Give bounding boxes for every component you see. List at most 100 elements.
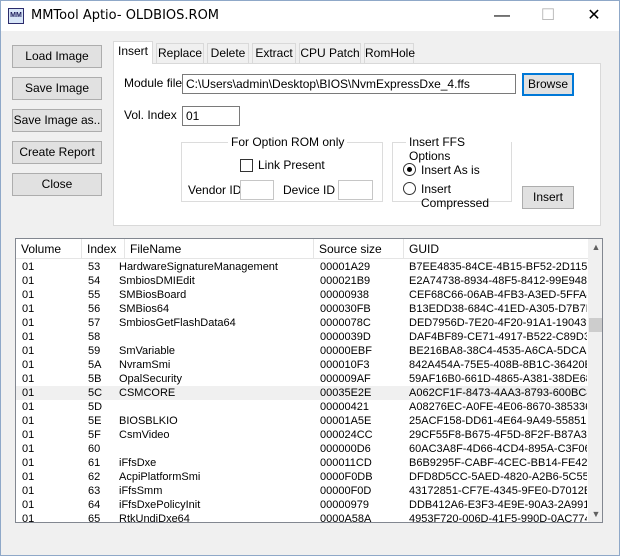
- cell-source-size: 00000F0D: [320, 485, 372, 497]
- cell-source-size: 0000078C: [320, 317, 371, 329]
- module-file-label: Module file: [124, 76, 183, 90]
- tab-extract[interactable]: Extract: [252, 43, 296, 63]
- device-id-field[interactable]: [338, 180, 373, 200]
- option-rom-group-title: For Option ROM only: [228, 135, 348, 149]
- tab-cpu-patch[interactable]: CPU Patch: [299, 43, 361, 63]
- cell-index: 5B: [88, 373, 102, 385]
- scroll-thumb[interactable]: [589, 318, 602, 332]
- cell-volume: 01: [22, 359, 35, 371]
- cell-filename: SmbiosGetFlashData64: [119, 317, 236, 329]
- link-present-checkbox[interactable]: [240, 159, 253, 172]
- table-row[interactable]: 01 61 iFfsDxe 000011CD B6B9295F-CABF-4CEC-BB…: [16, 456, 588, 470]
- cell-source-size: 0000A58A: [320, 513, 372, 523]
- cell-guid: DAF4BF89-CE71-4917-B522-C89D32: [409, 331, 587, 343]
- cell-guid: DED7956D-7E20-4F20-91A1-190439C: [409, 317, 587, 329]
- table-row[interactable]: 01 55 SMBiosBoard 00000938 CEF68C66-06AB-4FB…: [16, 288, 588, 302]
- scroll-down-icon[interactable]: ▼: [588, 506, 602, 522]
- table-row[interactable]: 01 5A NvramSmi 000010F3 842A454A-75E5-408B-8…: [16, 358, 588, 372]
- list-scrollbar[interactable]: ▲ ▼: [588, 239, 602, 522]
- insert-ffs-options-group: Insert FFS Options Insert As is Insert C…: [392, 135, 512, 210]
- insert-as-is-radio[interactable]: [403, 163, 416, 176]
- tab-romhole[interactable]: RomHole: [364, 43, 415, 63]
- close-button[interactable]: Close: [12, 173, 102, 196]
- cell-source-size: 0000039D: [320, 331, 371, 343]
- scroll-up-icon[interactable]: ▲: [588, 239, 602, 255]
- table-row[interactable]: 01 5C CSMCORE 00035E2E A062CF1F-8473-4AA3-87…: [16, 386, 588, 400]
- save-image-as-button[interactable]: Save Image as..: [12, 109, 102, 132]
- tab-insert[interactable]: Insert: [113, 41, 153, 64]
- module-file-field[interactable]: C:\Users\admin\Desktop\BIOS\NvmExpressDx…: [182, 74, 516, 94]
- table-row[interactable]: 01 53 HardwareSignatureManagement 00001A29 B…: [16, 260, 588, 274]
- title-bar[interactable]: MM MMTool Aptio- OLDBIOS.ROM — ☐ ✕: [1, 1, 619, 31]
- cell-index: 59: [88, 345, 101, 357]
- cell-guid: CEF68C66-06AB-4FB3-A3ED-5FFA885: [409, 289, 587, 301]
- cell-guid: 60AC3A8F-4D66-4CD4-895A-C3F06E: [409, 443, 587, 455]
- cell-filename: OpalSecurity: [119, 373, 182, 385]
- app-icon: MM: [8, 8, 24, 24]
- minimize-button[interactable]: —: [479, 1, 525, 31]
- vol-index-field[interactable]: 01: [182, 106, 240, 126]
- cell-guid: A062CF1F-8473-4AA3-8793-600BC4: [409, 387, 587, 399]
- table-row[interactable]: 01 65 RtkUndiDxe64 0000A58A 4953F720-006D-41…: [16, 512, 588, 523]
- cell-source-size: 00001A5E: [320, 415, 372, 427]
- table-row[interactable]: 01 58 0000039D DAF4BF89-CE71-4917-B522-C89D…: [16, 330, 588, 344]
- cell-volume: 01: [22, 387, 35, 399]
- insert-compressed-label: Insert Compressed: [421, 182, 490, 210]
- table-row[interactable]: 01 64 iFfsDxePolicyInit 00000979 DDB412A6-E3…: [16, 498, 588, 512]
- module-list[interactable]: Volume Index FileName Source size GUID 0…: [15, 238, 603, 523]
- cell-index: 5C: [88, 387, 103, 399]
- cell-source-size: 00000421: [320, 401, 369, 413]
- tab-delete[interactable]: Delete: [207, 43, 249, 63]
- cell-volume: 01: [22, 373, 35, 385]
- cell-filename: SMBiosBoard: [119, 289, 187, 301]
- table-row[interactable]: 01 62 AcpiPlatformSmi 0000F0DB DFD8D5CC-5AED…: [16, 470, 588, 484]
- cell-filename: SmVariable: [119, 345, 176, 357]
- cell-index: 56: [88, 303, 101, 315]
- insert-as-is-label: Insert As is: [421, 163, 480, 177]
- close-window-button[interactable]: ✕: [571, 1, 617, 31]
- cell-source-size: 000024CC: [320, 429, 373, 441]
- maximize-button[interactable]: ☐: [525, 1, 571, 31]
- table-row[interactable]: 01 54 SmbiosDMIEdit 000021B9 E2A74738-8934-4…: [16, 274, 588, 288]
- column-header-volume[interactable]: Volume: [16, 239, 82, 259]
- browse-button[interactable]: Browse: [522, 73, 574, 96]
- table-row[interactable]: 01 59 SmVariable 00000EBF BE216BA8-38C4-4535…: [16, 344, 588, 358]
- table-row[interactable]: 01 56 SMBios64 000030FB B13EDD38-684C-41ED-A…: [16, 302, 588, 316]
- cell-source-size: 0000F0DB: [320, 471, 373, 483]
- insert-button[interactable]: Insert: [522, 186, 574, 209]
- cell-guid: 4953F720-006D-41F5-990D-0AC7742: [409, 513, 587, 523]
- cell-index: 60: [88, 443, 101, 455]
- cell-filename: AcpiPlatformSmi: [119, 471, 201, 483]
- column-header-filename[interactable]: FileName: [125, 239, 314, 259]
- cell-filename: iFfsSmm: [119, 485, 163, 497]
- load-image-button[interactable]: Load Image: [12, 45, 102, 68]
- table-row[interactable]: 01 5F CsmVideo 000024CC 29CF55F8-B675-4F5D-8…: [16, 428, 588, 442]
- cell-filename: RtkUndiDxe64: [119, 513, 190, 523]
- cell-volume: 01: [22, 317, 35, 329]
- cell-index: 55: [88, 289, 101, 301]
- cell-index: 5E: [88, 415, 102, 427]
- column-header-source-size[interactable]: Source size: [314, 239, 404, 259]
- cell-guid: 43172851-CF7E-4345-9FE0-D7012BB: [409, 485, 587, 497]
- insert-compressed-radio[interactable]: [403, 182, 416, 195]
- cell-index: 5D: [88, 401, 103, 413]
- table-row[interactable]: 01 5D 00000421 A08276EC-A0FE-4E06-8670-3853…: [16, 400, 588, 414]
- save-image-button[interactable]: Save Image: [12, 77, 102, 100]
- tab-replace[interactable]: Replace: [156, 43, 204, 63]
- create-report-button[interactable]: Create Report: [12, 141, 102, 164]
- cell-volume: 01: [22, 345, 35, 357]
- cell-source-size: 000010F3: [320, 359, 370, 371]
- cell-index: 5F: [88, 429, 101, 441]
- vendor-id-field[interactable]: [240, 180, 274, 200]
- cell-volume: 01: [22, 457, 35, 469]
- column-header-guid[interactable]: GUID: [404, 239, 588, 259]
- column-header-index[interactable]: Index: [82, 239, 125, 259]
- table-row[interactable]: 01 60 000000D6 60AC3A8F-4D66-4CD4-895A-C3F0…: [16, 442, 588, 456]
- cell-filename: SMBios64: [119, 303, 170, 315]
- cell-source-size: 00000EBF: [320, 345, 372, 357]
- cell-filename: iFfsDxePolicyInit: [119, 499, 201, 511]
- table-row[interactable]: 01 57 SmbiosGetFlashData64 0000078C DED7956D…: [16, 316, 588, 330]
- table-row[interactable]: 01 5B OpalSecurity 000009AF 59AF16B0-661D-48…: [16, 372, 588, 386]
- table-row[interactable]: 01 63 iFfsSmm 00000F0D 43172851-CF7E-4345-9F…: [16, 484, 588, 498]
- table-row[interactable]: 01 5E BIOSBLKIO 00001A5E 25ACF158-DD61-4E64-…: [16, 414, 588, 428]
